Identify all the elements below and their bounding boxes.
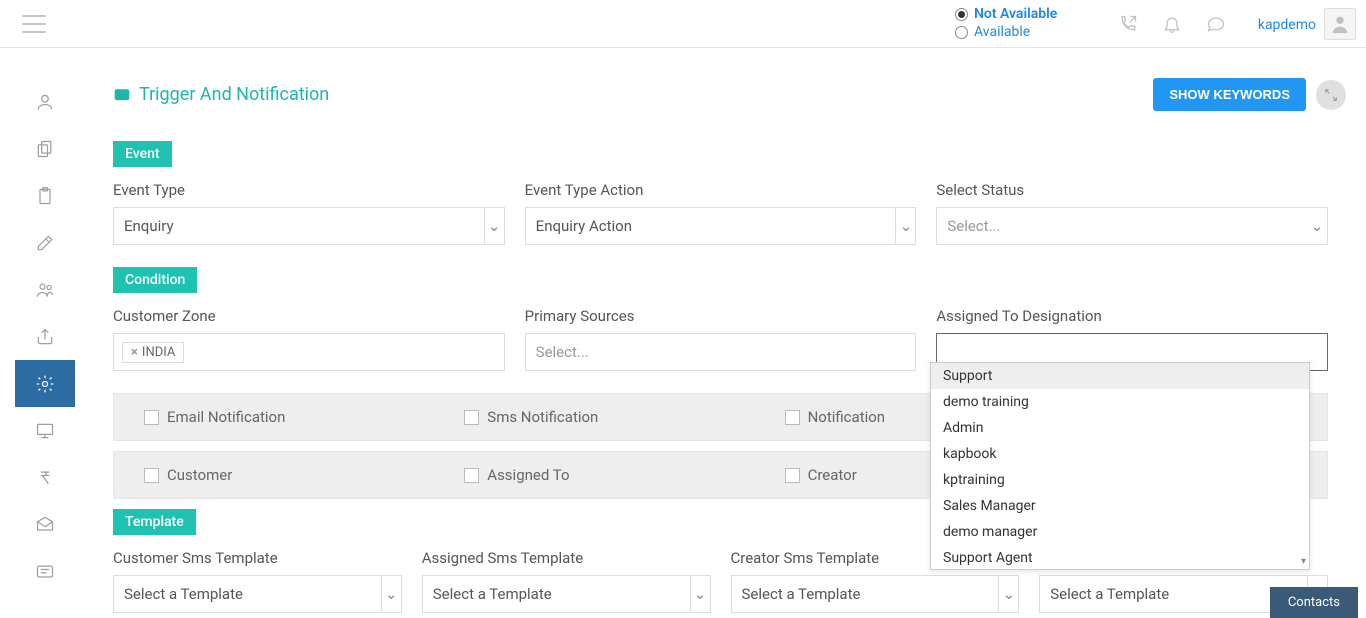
sidebar-item-currency[interactable] — [15, 454, 75, 501]
chevron-down-icon: ⌄ — [484, 208, 504, 244]
section-event-badge: Event — [113, 141, 172, 167]
remove-tag-icon[interactable]: × — [131, 345, 138, 360]
contacts-tab[interactable]: Contacts — [1270, 587, 1358, 618]
customer-template-label: Customer Sms Template — [113, 549, 402, 567]
assigned-template-select[interactable]: Select a Template ⌄ — [422, 575, 711, 613]
event-type-select[interactable]: Enquiry ⌄ — [113, 207, 505, 245]
chevron-down-icon: ▾ — [1301, 556, 1306, 567]
expand-button[interactable] — [1316, 80, 1346, 110]
check-sms[interactable]: Sms Notification — [464, 408, 784, 426]
sidebar-item-edit[interactable] — [15, 219, 75, 266]
radio-label: Available — [974, 24, 1030, 40]
radio-available[interactable]: Available — [955, 24, 1057, 40]
radio-icon — [955, 8, 968, 21]
chevron-down-icon: ⌄ — [1307, 208, 1327, 244]
page-title-text: Trigger And Notification — [139, 84, 329, 105]
event-action-value: Enquiry Action — [536, 217, 632, 235]
dropdown-option[interactable]: Admin — [931, 415, 1309, 441]
sidebar-item-users[interactable] — [15, 266, 75, 313]
sidebar-item-copy[interactable] — [15, 125, 75, 172]
designation-dropdown: Support demo training Admin kapbook kptr… — [930, 362, 1310, 570]
sidebar-item-mail[interactable] — [15, 501, 75, 548]
checkbox-icon — [464, 468, 479, 483]
section-condition-badge: Condition — [113, 267, 197, 293]
sources-label: Primary Sources — [525, 307, 917, 325]
event-type-value: Enquiry — [124, 217, 174, 235]
chat-icon[interactable] — [1206, 14, 1226, 34]
radio-not-available[interactable]: Not Available — [955, 6, 1057, 22]
sidebar-item-monitor[interactable] — [15, 407, 75, 454]
event-action-select[interactable]: Enquiry Action ⌄ — [525, 207, 917, 245]
dropdown-list[interactable]: Support demo training Admin kapbook kptr… — [931, 363, 1309, 570]
availability-selector: Not Available Available — [955, 6, 1057, 42]
event-type-label: Event Type — [113, 181, 505, 199]
customer-template-select[interactable]: Select a Template ⌄ — [113, 575, 402, 613]
expand-icon — [1324, 88, 1338, 102]
sidebar-item-settings[interactable] — [15, 360, 75, 407]
zone-tag-text: INDIA — [142, 345, 175, 360]
checkbox-icon — [464, 410, 479, 425]
event-action-label: Event Type Action — [525, 181, 917, 199]
checkbox-icon — [144, 410, 159, 425]
select-placeholder: Select a Template — [124, 585, 243, 603]
zone-label: Customer Zone — [113, 307, 505, 325]
chevron-down-icon: ⌄ — [690, 576, 710, 612]
notification-icon — [113, 86, 131, 104]
zone-input[interactable]: × INDIA — [113, 333, 505, 371]
sidebar — [15, 78, 75, 595]
phone-icon[interactable] — [1118, 14, 1138, 34]
dropdown-option[interactable]: kapbook — [931, 441, 1309, 467]
chevron-down-icon: ⌄ — [895, 208, 915, 244]
radio-icon — [955, 26, 968, 39]
user-icon — [1329, 13, 1351, 35]
checkbox-icon — [144, 468, 159, 483]
section-template-badge: Template — [113, 509, 196, 535]
assigned-template-label: Assigned Sms Template — [422, 549, 711, 567]
sources-select[interactable]: Select... — [525, 333, 917, 371]
checkbox-icon — [785, 468, 800, 483]
dropdown-option[interactable]: demo manager — [931, 519, 1309, 545]
dropdown-option[interactable]: Sales Manager — [931, 493, 1309, 519]
creator-template-select[interactable]: Select a Template ⌄ — [731, 575, 1020, 613]
select-placeholder: Select a Template — [1050, 585, 1169, 603]
bell-icon[interactable] — [1162, 14, 1182, 34]
top-header: Not Available Available kapdemo — [0, 0, 1366, 48]
radio-label: Not Available — [974, 6, 1057, 22]
hamburger-menu[interactable] — [22, 15, 46, 33]
check-assigned[interactable]: Assigned To — [464, 466, 784, 484]
sidebar-item-share[interactable] — [15, 313, 75, 360]
page-title: Trigger And Notification — [95, 84, 329, 105]
designation-label: Assigned To Designation — [936, 307, 1328, 325]
sources-placeholder: Select... — [536, 343, 589, 361]
sidebar-item-user[interactable] — [15, 78, 75, 125]
status-label: Select Status — [936, 181, 1328, 199]
status-placeholder: Select... — [947, 217, 1000, 235]
zone-tag: × INDIA — [122, 342, 184, 363]
avatar[interactable] — [1324, 8, 1356, 40]
status-select[interactable]: Select... ⌄ — [936, 207, 1328, 245]
dropdown-option[interactable]: Support Agent — [931, 545, 1309, 570]
chevron-down-icon: ⌄ — [998, 576, 1018, 612]
username[interactable]: kapdemo — [1258, 17, 1316, 33]
chevron-down-icon: ⌄ — [381, 576, 401, 612]
check-customer[interactable]: Customer — [144, 466, 464, 484]
show-keywords-button[interactable]: SHOW KEYWORDS — [1153, 78, 1306, 111]
select-placeholder: Select a Template — [433, 585, 552, 603]
check-email[interactable]: Email Notification — [144, 408, 464, 426]
select-placeholder: Select a Template — [742, 585, 861, 603]
header-icons — [1118, 14, 1226, 34]
dropdown-option[interactable]: kptraining — [931, 467, 1309, 493]
sidebar-item-message[interactable] — [15, 548, 75, 595]
dropdown-option[interactable]: demo training — [931, 389, 1309, 415]
checkbox-icon — [785, 410, 800, 425]
sidebar-item-clipboard[interactable] — [15, 172, 75, 219]
dropdown-option[interactable]: Support — [931, 363, 1309, 389]
